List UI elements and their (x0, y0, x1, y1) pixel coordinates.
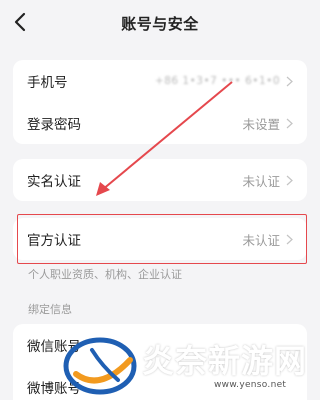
bind-card: 微信账号 微博账号 (13, 324, 307, 400)
phone-label: 手机号 (27, 75, 68, 91)
top-bar: 账号与安全 (0, 0, 320, 46)
wechat-label: 微信账号 (27, 339, 81, 355)
phone-value: +86 1•3•7 ••• 6•1•0 (154, 75, 280, 87)
weibo-label: 微博账号 (27, 381, 81, 397)
password-value: 未设置 (242, 116, 280, 132)
bind-section-title: 绑定信息 (28, 303, 72, 316)
wechat-row[interactable]: 微信账号 (13, 324, 307, 366)
realname-card: 实名认证 未认证 (13, 159, 307, 201)
page-title: 账号与安全 (121, 14, 199, 33)
chevron-right-icon (286, 76, 293, 86)
chevron-right-icon (286, 175, 293, 185)
realname-value: 未认证 (242, 173, 280, 189)
weibo-row[interactable]: 微博账号 (13, 366, 307, 400)
highlight-box (17, 214, 307, 264)
password-row[interactable]: 登录密码 未设置 (13, 102, 307, 144)
realname-label: 实名认证 (27, 174, 81, 190)
realname-row[interactable]: 实名认证 未认证 (13, 159, 307, 201)
account-card: 手机号 +86 1•3•7 ••• 6•1•0 登录密码 未设置 (13, 60, 307, 144)
phone-row[interactable]: 手机号 +86 1•3•7 ••• 6•1•0 (13, 60, 307, 102)
back-arrow-icon[interactable] (12, 11, 30, 33)
official-hint: 个人职业资质、机构、企业认证 (28, 268, 182, 281)
chevron-right-icon (286, 118, 293, 128)
password-label: 登录密码 (27, 117, 81, 133)
